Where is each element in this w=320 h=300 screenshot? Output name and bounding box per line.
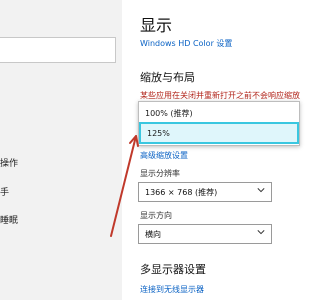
annotation-arrow-icon xyxy=(110,135,139,237)
